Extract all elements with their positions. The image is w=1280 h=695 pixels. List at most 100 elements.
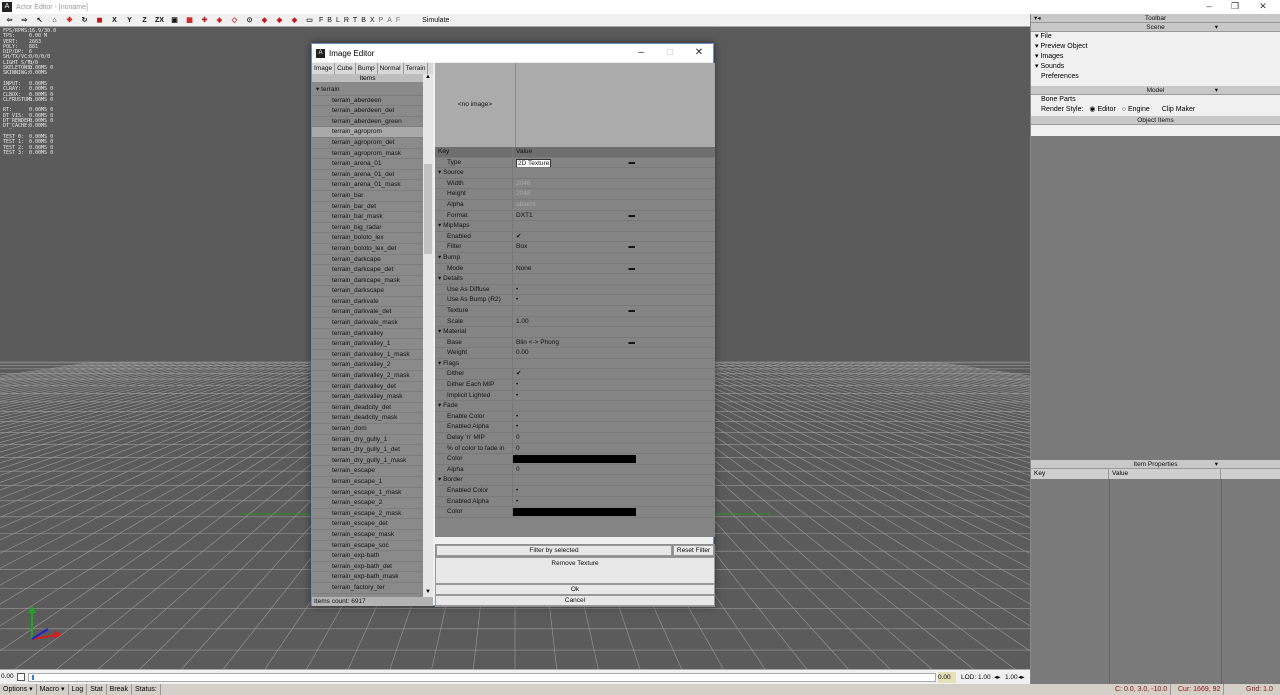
time-start-value[interactable]: 0.00 xyxy=(1,671,15,682)
scale-snap-icon[interactable]: ◆ xyxy=(287,15,302,26)
tab-terrain[interactable]: Terrain xyxy=(404,63,429,74)
property-value[interactable]: • xyxy=(513,422,637,432)
property-row[interactable]: Alpha 0 xyxy=(435,464,715,476)
snap-icon[interactable]: ▣ xyxy=(167,15,182,26)
view-left-button[interactable]: L xyxy=(334,15,342,26)
color-swatch[interactable] xyxy=(513,455,636,464)
property-section[interactable]: ▾ MipMaps xyxy=(435,221,715,232)
property-value[interactable]: • xyxy=(513,285,637,295)
view-reset-button[interactable]: X xyxy=(368,15,377,26)
axis-x-button[interactable]: X xyxy=(107,15,122,26)
axis-zx-button[interactable]: ZX xyxy=(152,15,167,26)
property-value[interactable]: None ▬ xyxy=(513,264,637,274)
property-value[interactable]: • xyxy=(513,412,637,422)
lod-value[interactable]: LOD: 1.00 xyxy=(961,672,991,683)
property-section[interactable]: ▾ Border xyxy=(435,475,715,486)
list-item[interactable]: terrain_darkvalley_2_mask xyxy=(312,371,423,382)
cancel-button[interactable]: Cancel xyxy=(435,595,715,606)
property-value[interactable]: Blin <-> Phong ▬ xyxy=(513,338,637,348)
magnet-icon[interactable]: ◈ xyxy=(212,15,227,26)
list-item[interactable]: terrain_exp-bath_mask xyxy=(312,572,423,583)
list-item[interactable]: terrain_escape_det xyxy=(312,519,423,530)
property-row[interactable]: Color xyxy=(435,454,715,465)
tab-bump[interactable]: Bump xyxy=(356,63,378,74)
normal-align-icon[interactable]: ◆ xyxy=(272,15,287,26)
list-item[interactable]: terrain_escape_2 xyxy=(312,498,423,509)
minimize-icon[interactable]: – xyxy=(1198,0,1220,14)
property-value[interactable]: absent xyxy=(513,200,637,210)
list-item[interactable]: terrain_escape_1_mask xyxy=(312,488,423,499)
property-section[interactable]: ▾ Fade xyxy=(435,401,715,412)
list-item[interactable]: terrain_escape_mask xyxy=(312,530,423,541)
properties-grid[interactable]: Key Value Type 2D Texture ▬ ▾ Source Width 20… xyxy=(435,147,715,537)
angle-snap-icon[interactable]: ◇ xyxy=(227,15,242,26)
list-item[interactable]: terrain_exp-bath xyxy=(312,551,423,562)
list-item[interactable]: terrain_bar xyxy=(312,191,423,202)
property-row[interactable]: Use As Bump (R2) • xyxy=(435,295,715,306)
time-slider[interactable] xyxy=(28,673,936,682)
item-properties-header[interactable]: Item Properties ▾ xyxy=(1031,460,1280,469)
property-row[interactable]: % of color to fade in 0 xyxy=(435,443,715,455)
items-scrollbar[interactable]: ▲ ▼ xyxy=(423,74,433,598)
view-bottom-button[interactable]: B xyxy=(359,15,368,26)
time-slider-handle[interactable] xyxy=(32,675,34,680)
scene-panel-header[interactable]: Scene ▾ xyxy=(1031,23,1280,32)
property-row[interactable]: Type 2D Texture ▬ xyxy=(435,157,715,169)
frame-icon[interactable]: ▭ xyxy=(302,15,317,26)
property-row[interactable]: Dither ✔ xyxy=(435,369,715,381)
speed-spin-icon[interactable]: ◂▸ xyxy=(1018,672,1025,683)
scale-icon[interactable]: ◼ xyxy=(92,15,107,26)
items-list[interactable]: ▾ terrain terrain_aberdeen terrain_aberdee… xyxy=(312,85,423,597)
list-item[interactable]: terrain_darkvalley xyxy=(312,329,423,340)
scene-item-preferences[interactable]: Preferences xyxy=(1031,72,1280,82)
list-item[interactable]: terrain_escape_1 xyxy=(312,477,423,488)
list-item[interactable]: terrain_agroprom_det xyxy=(312,138,423,149)
property-row[interactable]: Base Blin <-> Phong ▬ xyxy=(435,337,715,349)
scene-item-images[interactable]: ▾ Images xyxy=(1031,52,1280,62)
close-icon[interactable]: ✕ xyxy=(1252,0,1274,14)
list-item[interactable]: terrain_deadcity_mask xyxy=(312,413,423,424)
list-item[interactable]: terrain_darkcape_mask xyxy=(312,276,423,287)
property-section[interactable]: ▾ Material xyxy=(435,327,715,338)
list-item[interactable]: terrain_aberdeen_det xyxy=(312,106,423,117)
property-value[interactable]: 0 xyxy=(513,444,637,454)
property-row[interactable]: Filter Box ▬ xyxy=(435,242,715,253)
property-row[interactable]: Enabled Color • xyxy=(435,486,715,497)
list-item[interactable]: terrain_darkvale xyxy=(312,297,423,308)
property-value[interactable]: 1.00 xyxy=(513,317,637,327)
property-row[interactable]: Mode None ▬ xyxy=(435,263,715,275)
macro-menu[interactable]: Macro ▾ xyxy=(37,684,69,695)
property-row[interactable]: Scale 1.00 xyxy=(435,316,715,328)
axis-y-button[interactable]: Y xyxy=(122,15,137,26)
undo-icon[interactable]: ⇦ xyxy=(2,15,17,26)
list-item[interactable]: terrain_dry_gully_1_mask xyxy=(312,456,423,467)
property-value[interactable]: DXT1 ▬ xyxy=(513,211,637,221)
lod-spin-icon[interactable]: ◂▸ xyxy=(994,672,1001,683)
list-item[interactable]: terrain_darkvalley_1_mask xyxy=(312,350,423,361)
mode-p-button[interactable]: P xyxy=(377,15,386,26)
list-item[interactable]: terrain_escape xyxy=(312,466,423,477)
list-item[interactable]: terrain_darkvalley_2 xyxy=(312,360,423,372)
property-row[interactable]: Enabled ✔ xyxy=(435,231,715,243)
property-row[interactable]: Use As Diffuse • xyxy=(435,284,715,296)
property-row[interactable]: Texture ▬ xyxy=(435,305,715,317)
dialog-minimize-icon[interactable]: – xyxy=(626,44,656,62)
object-items-tree[interactable] xyxy=(1031,136,1280,464)
property-value[interactable]: ▬ xyxy=(513,306,637,316)
list-item[interactable]: terrain_dry_gully_1 xyxy=(312,435,423,446)
reset-filter-button[interactable]: Reset Filter xyxy=(673,545,714,556)
model-panel-header[interactable]: Model ▾ xyxy=(1031,86,1280,95)
speed-value[interactable]: 1.00 xyxy=(1005,672,1018,683)
property-row[interactable]: Delay 'n' MIP 0 xyxy=(435,433,715,444)
property-value[interactable]: 0 xyxy=(513,465,637,475)
list-item[interactable]: terrain_deadcity_det xyxy=(312,403,423,414)
property-row[interactable]: Height 2048 xyxy=(435,189,715,200)
zoom-icon[interactable]: ⊙ xyxy=(242,15,257,26)
property-value[interactable] xyxy=(513,507,637,517)
property-value[interactable]: • xyxy=(513,497,637,507)
list-item[interactable]: terrain_arena_01_mask xyxy=(312,180,423,191)
rotate-icon[interactable]: ↻ xyxy=(77,15,92,26)
camera-icon[interactable]: ⌂ xyxy=(47,15,62,26)
list-item[interactable]: terrain_darkvalley_1 xyxy=(312,339,423,350)
property-value[interactable]: ✔ xyxy=(513,232,637,242)
